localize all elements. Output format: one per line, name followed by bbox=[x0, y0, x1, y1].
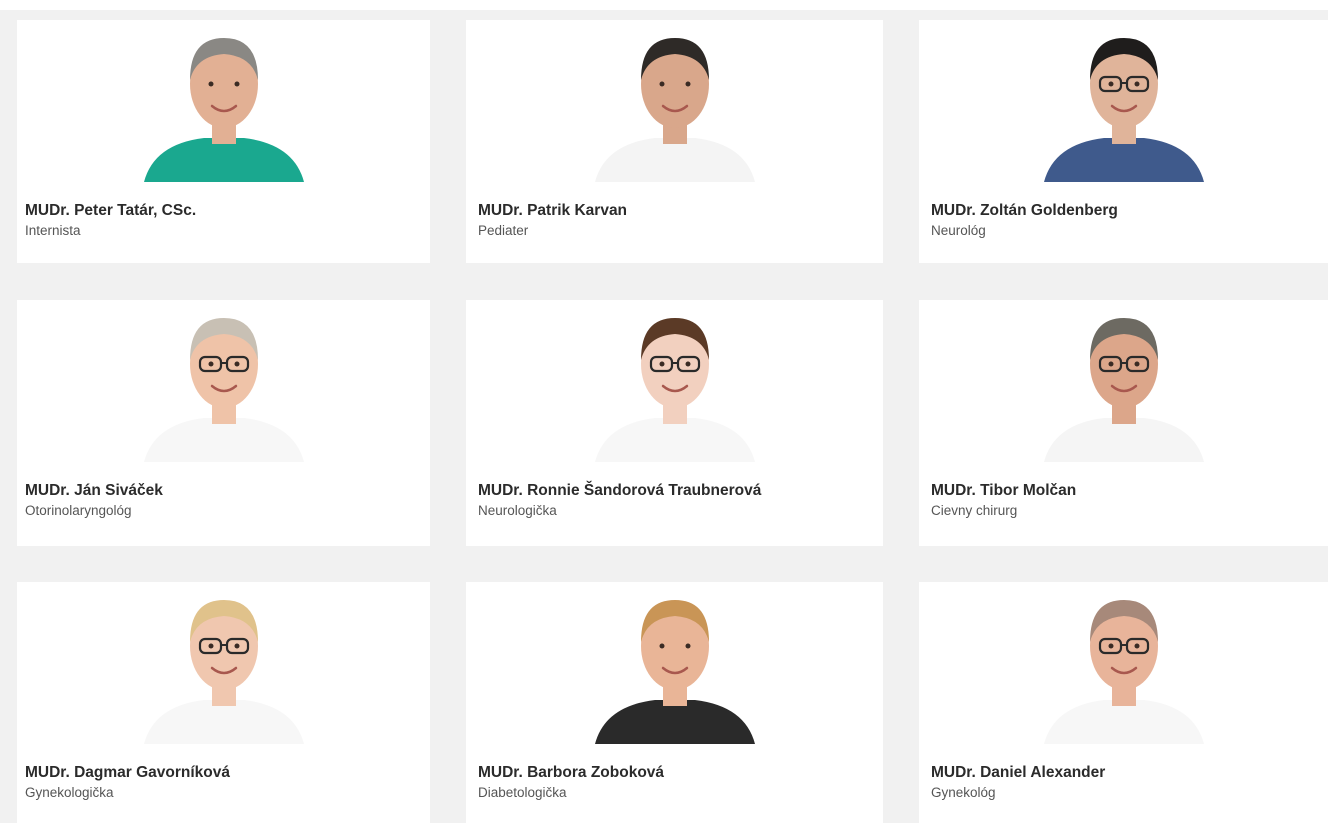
doctor-specialty: Diabetologička bbox=[478, 785, 567, 800]
doctor-specialty: Otorinolaryngológ bbox=[25, 503, 132, 518]
doctor-photo bbox=[466, 20, 883, 182]
doctor-photo bbox=[466, 300, 883, 462]
doctor-card[interactable]: MUDr. Tibor Molčan Cievny chirurg bbox=[919, 300, 1328, 546]
doctor-photo bbox=[919, 582, 1328, 744]
doctor-specialty: Cievny chirurg bbox=[931, 503, 1018, 518]
doctor-photo bbox=[919, 300, 1328, 462]
doctor-specialty: Gynekológ bbox=[931, 785, 996, 800]
doctor-card[interactable]: MUDr. Zoltán Goldenberg Neurológ bbox=[919, 20, 1328, 263]
doctor-card[interactable]: MUDr. Ronnie Šandorová Traubnerová Neuro… bbox=[466, 300, 883, 546]
doctor-card[interactable]: MUDr. Patrik Karvan Pediater bbox=[466, 20, 883, 263]
doctor-specialty: Pediater bbox=[478, 223, 529, 238]
doctor-card[interactable]: MUDr. Peter Tatár, CSc. Internista bbox=[17, 20, 430, 263]
doctor-name[interactable]: MUDr. Patrik Karvan bbox=[478, 202, 627, 220]
doctor-photo bbox=[919, 20, 1328, 182]
doctor-specialty: Internista bbox=[25, 223, 81, 238]
doctor-card[interactable]: MUDr. Daniel Alexander Gynekológ bbox=[919, 582, 1328, 823]
doctor-photo bbox=[466, 582, 883, 744]
doctor-specialty: Gynekologička bbox=[25, 785, 114, 800]
doctor-name[interactable]: MUDr. Daniel Alexander bbox=[931, 764, 1105, 782]
doctor-name[interactable]: MUDr. Zoltán Goldenberg bbox=[931, 202, 1118, 220]
doctor-specialty: Neurológ bbox=[931, 223, 986, 238]
doctor-name[interactable]: MUDr. Ronnie Šandorová Traubnerová bbox=[478, 482, 761, 500]
doctor-card[interactable]: MUDr. Dagmar Gavorníková Gynekologička bbox=[17, 582, 430, 823]
doctor-name[interactable]: MUDr. Ján Siváček bbox=[25, 482, 163, 500]
doctor-card[interactable]: MUDr. Barbora Zoboková Diabetologička bbox=[466, 582, 883, 823]
doctor-photo bbox=[17, 20, 430, 182]
doctor-name[interactable]: MUDr. Peter Tatár, CSc. bbox=[25, 202, 196, 220]
doctor-name[interactable]: MUDr. Dagmar Gavorníková bbox=[25, 764, 230, 782]
doctor-photo bbox=[17, 582, 430, 744]
doctor-name[interactable]: MUDr. Barbora Zoboková bbox=[478, 764, 664, 782]
doctor-name[interactable]: MUDr. Tibor Molčan bbox=[931, 482, 1076, 500]
doctor-photo bbox=[17, 300, 430, 462]
doctor-specialty: Neurologička bbox=[478, 503, 557, 518]
doctor-card[interactable]: MUDr. Ján Siváček Otorinolaryngológ bbox=[17, 300, 430, 546]
